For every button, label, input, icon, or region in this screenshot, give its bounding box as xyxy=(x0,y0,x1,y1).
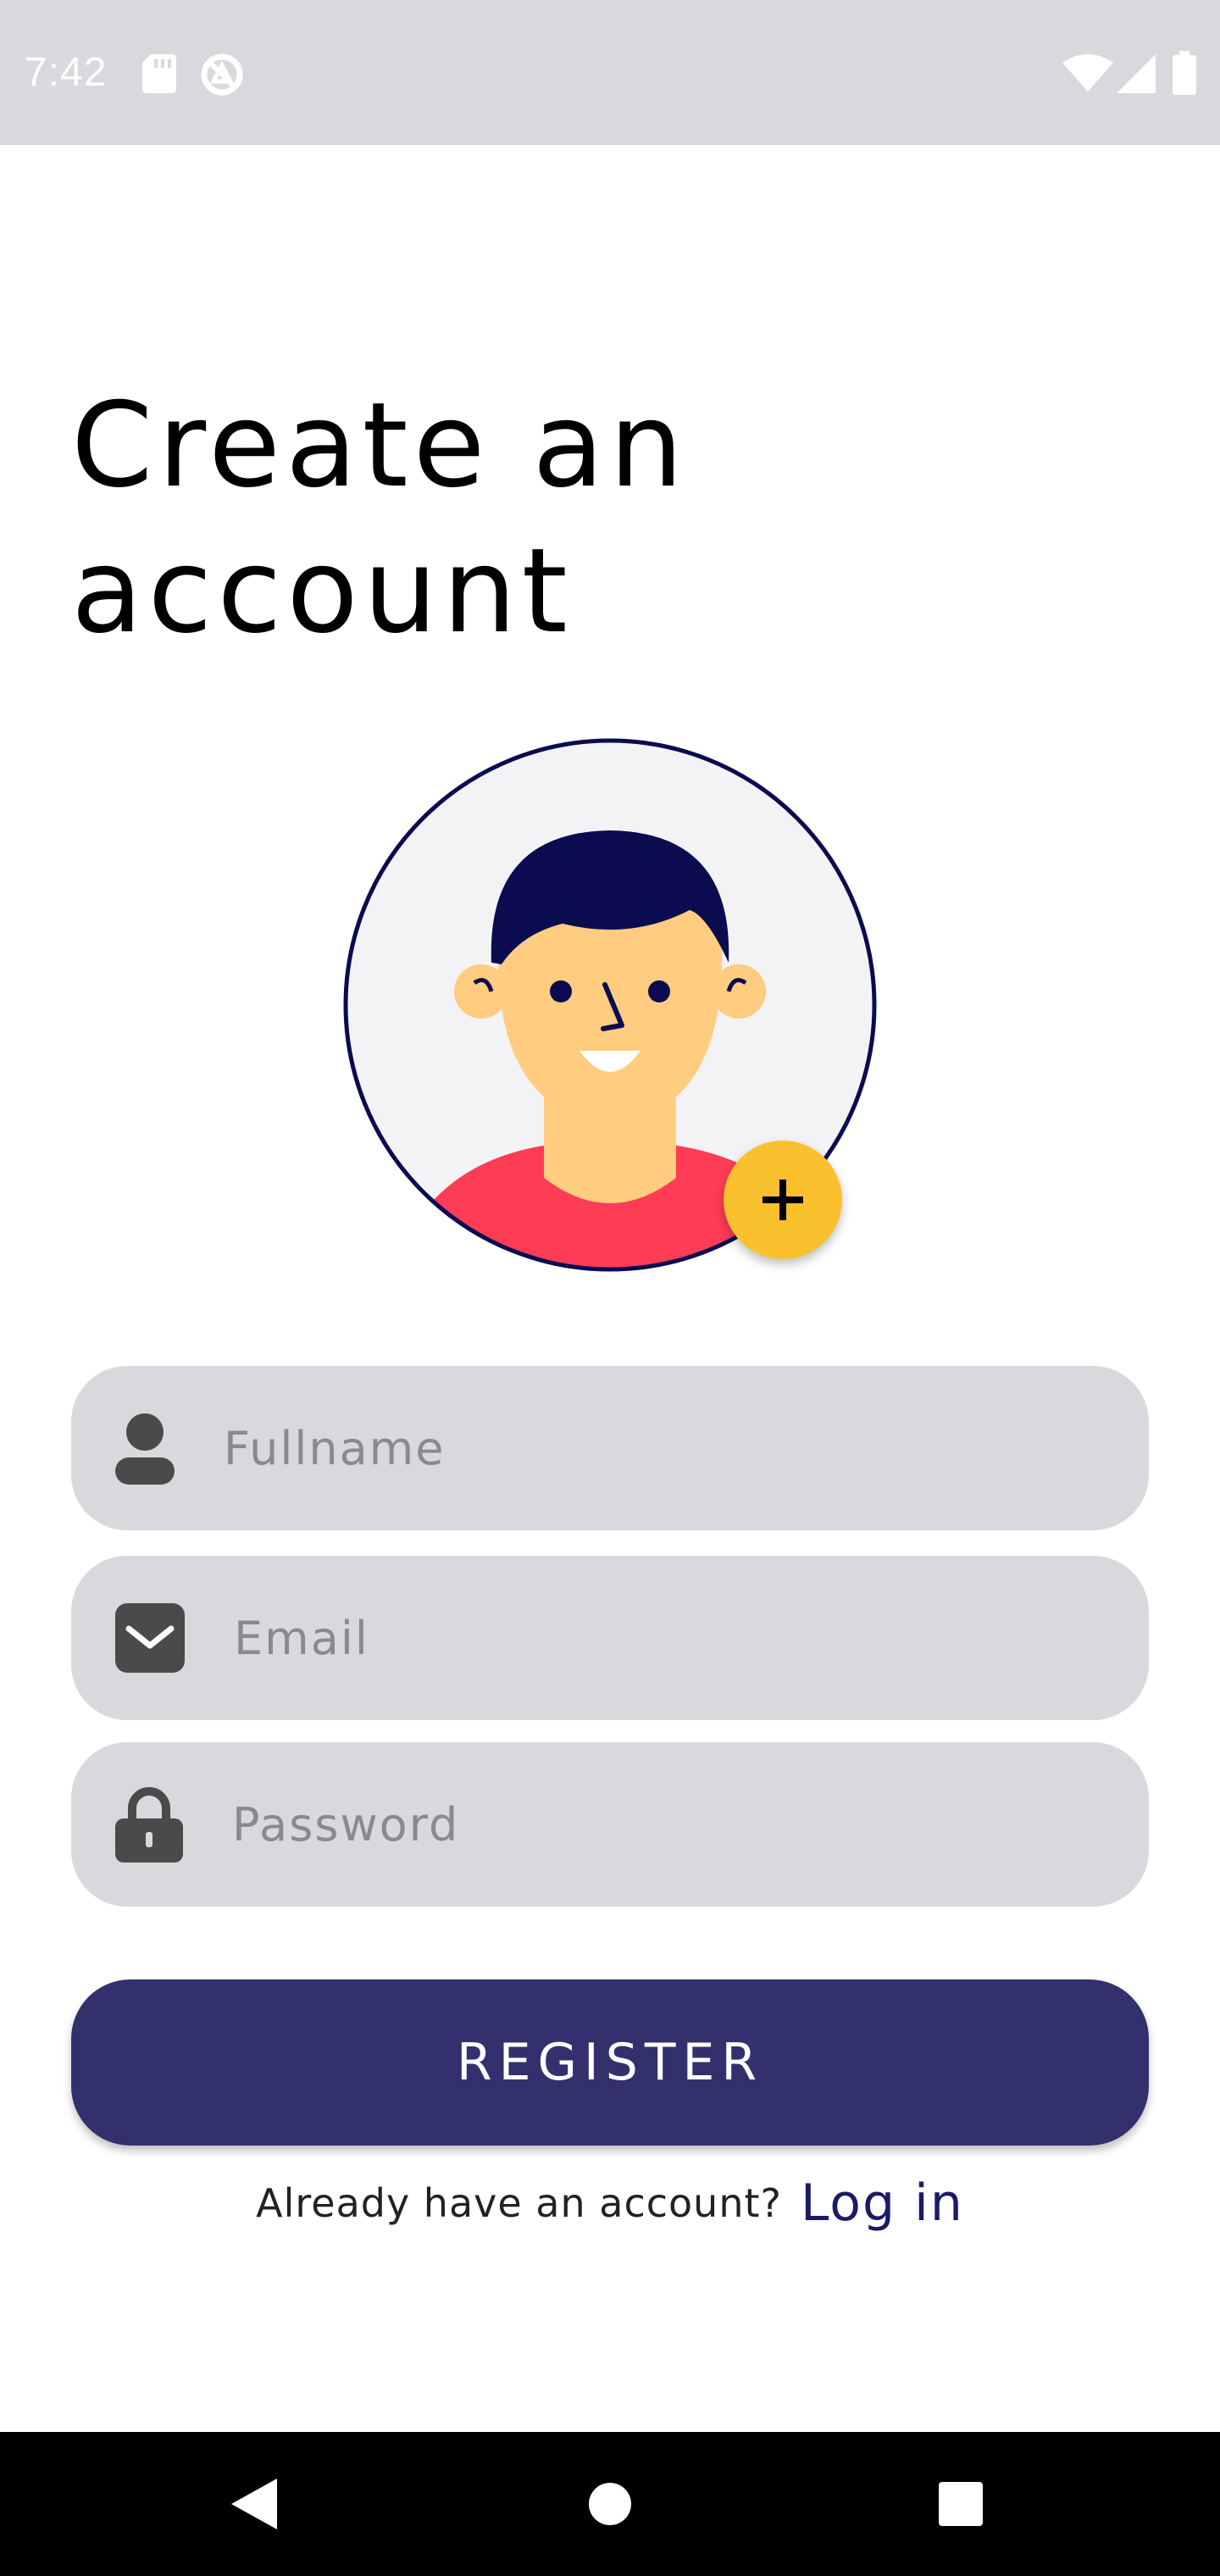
register-button[interactable]: REGISTER xyxy=(71,1979,1149,2146)
fullname-input[interactable] xyxy=(224,1366,1105,1530)
email-input[interactable] xyxy=(234,1556,1115,1720)
home-button[interactable] xyxy=(525,2432,695,2576)
page-title-line-2: account xyxy=(71,523,573,659)
login-prompt: Already have an account? xyxy=(256,2180,782,2226)
register-screen: 7:42 Create an account Fullname Email RE… xyxy=(0,0,1220,2576)
password-field[interactable] xyxy=(71,1742,1149,1907)
email-field[interactable] xyxy=(71,1556,1149,1720)
recents-button[interactable] xyxy=(876,2432,1045,2576)
lock-icon xyxy=(115,1787,183,1863)
fullname-field[interactable] xyxy=(71,1366,1149,1530)
do-not-disturb-icon xyxy=(201,53,243,96)
status-time: 7:42 xyxy=(25,50,108,95)
signal-icon xyxy=(1117,54,1156,93)
status-bar: 7:42 xyxy=(0,0,1220,145)
mail-icon xyxy=(115,1603,185,1673)
home-icon xyxy=(589,2483,631,2525)
sd-card-icon xyxy=(142,54,176,93)
password-input[interactable] xyxy=(232,1742,1113,1907)
add-photo-button[interactable] xyxy=(724,1141,842,1259)
page-title: Create an account xyxy=(71,373,1088,664)
navigation-bar xyxy=(0,2432,1220,2576)
recents-icon xyxy=(939,2482,983,2526)
battery-icon xyxy=(1173,51,1196,95)
avatar-picker[interactable] xyxy=(342,737,878,1273)
page-title-line-1: Create an xyxy=(71,377,689,514)
wifi-icon xyxy=(1062,54,1113,92)
login-row: Already have an account? Log in xyxy=(0,2169,1220,2237)
person-icon xyxy=(115,1413,175,1485)
login-link[interactable]: Log in xyxy=(801,2174,964,2233)
back-icon xyxy=(231,2479,277,2529)
back-button[interactable] xyxy=(169,2432,339,2576)
plus-icon xyxy=(762,1180,803,1220)
